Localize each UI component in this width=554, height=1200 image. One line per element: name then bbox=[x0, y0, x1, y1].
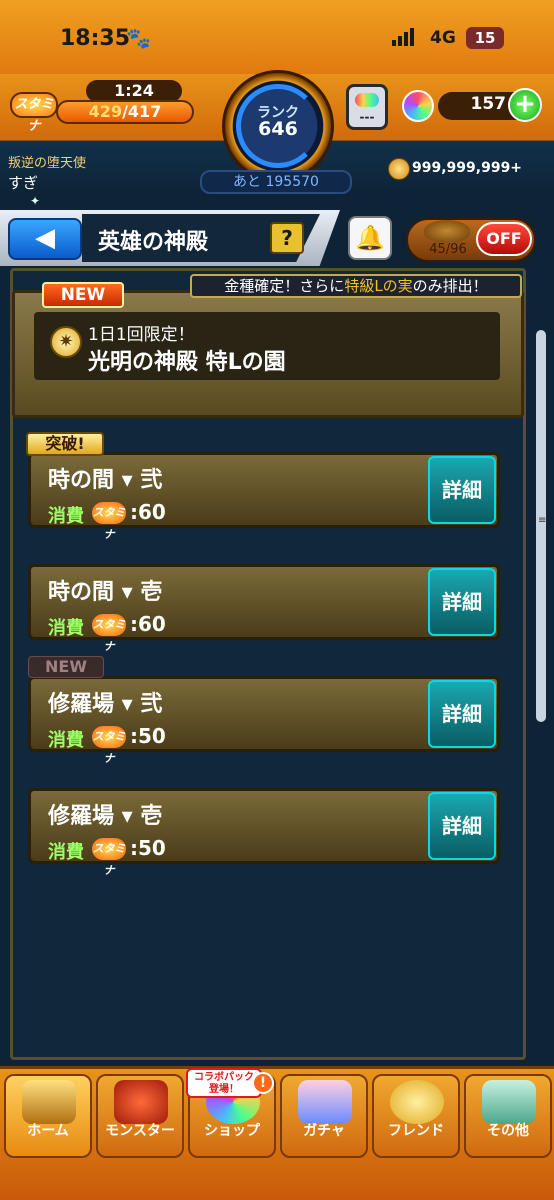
breakthrough-badge: 突破! bbox=[26, 432, 104, 456]
robot-icon[interactable]: --- bbox=[346, 84, 388, 130]
nav-gacha-label: ガチャ bbox=[303, 1123, 345, 1139]
paw-icon: 🐾 bbox=[126, 26, 151, 50]
collab-pack-badge: コラボパック 登場！ bbox=[186, 1068, 262, 1098]
compass-icon: ✷ bbox=[50, 326, 82, 358]
page-title: 英雄の神殿 bbox=[98, 230, 209, 255]
quest-cost-label: 消費 bbox=[48, 618, 84, 639]
rank-next-exp: あと 195570 bbox=[200, 170, 352, 194]
stamina-icon: スタミナ bbox=[10, 92, 58, 134]
stamina-icon: スタミナ bbox=[92, 838, 126, 877]
friend-bells-icon bbox=[390, 1080, 444, 1124]
toggle-switch[interactable]: OFF bbox=[476, 222, 532, 256]
detail-button[interactable]: 詳細 bbox=[428, 456, 496, 524]
coin-amount: 999,999,999+ bbox=[412, 160, 523, 176]
new-badge: NEW bbox=[28, 656, 104, 678]
home-gate-icon bbox=[22, 1080, 76, 1124]
featured-banner: 金種確定！さらに特級Lの実のみ排出！ bbox=[190, 274, 522, 298]
monster-icon bbox=[114, 1080, 168, 1124]
quest-cost-value: :50 bbox=[130, 724, 166, 748]
nav-home-label: ホーム bbox=[27, 1123, 69, 1139]
quest-cost-label: 消費 bbox=[48, 730, 84, 751]
stamina-icon: スタミナ bbox=[92, 502, 126, 541]
sparkle-icon: ✦ bbox=[30, 194, 41, 208]
back-button[interactable]: ◀ bbox=[8, 218, 82, 260]
status-time: 18:35 bbox=[60, 26, 131, 51]
nav-shop-label: ショップ bbox=[204, 1123, 260, 1139]
orb-icon bbox=[402, 90, 434, 122]
detail-button[interactable]: 詳細 bbox=[428, 792, 496, 860]
player-title: 叛逆の堕天使 bbox=[8, 156, 87, 171]
stamina-bar: 429/417 bbox=[56, 100, 194, 124]
gacha-characters-icon bbox=[298, 1080, 352, 1124]
detail-button[interactable]: 詳細 bbox=[428, 568, 496, 636]
quest-name: 修羅場 ▾ 壱 bbox=[48, 804, 163, 829]
battery-badge: 15 bbox=[466, 27, 504, 49]
nav-other-label: その他 bbox=[487, 1123, 529, 1139]
detail-button[interactable]: 詳細 bbox=[428, 680, 496, 748]
helmet-icon bbox=[424, 220, 470, 242]
network-type: 4G bbox=[430, 28, 456, 48]
help-button[interactable]: ? bbox=[270, 222, 304, 254]
add-orb-button[interactable]: + bbox=[508, 88, 542, 122]
other-question-icon bbox=[482, 1080, 536, 1124]
scroll-grip-icon[interactable]: ≡ bbox=[538, 515, 546, 541]
quest-cost-value: :50 bbox=[130, 836, 166, 860]
quest-cost-label: 消費 bbox=[48, 842, 84, 863]
toggle-count: 45/96 bbox=[429, 242, 467, 257]
stamina-icon: スタミナ bbox=[92, 614, 126, 653]
featured-subtitle: 1日1回限定！ bbox=[88, 325, 195, 345]
quest-cost-label: 消費 bbox=[48, 506, 84, 527]
quest-name: 時の間 ▾ 弐 bbox=[48, 468, 163, 493]
bell-icon[interactable]: 🔔 bbox=[348, 216, 392, 260]
quest-name: 時の間 ▾ 壱 bbox=[48, 580, 163, 605]
nav-friend-label: フレンド bbox=[388, 1123, 444, 1139]
rank-value: 646 bbox=[258, 118, 298, 140]
alert-icon: ! bbox=[252, 1072, 274, 1094]
new-badge: NEW bbox=[42, 282, 124, 308]
player-name: すぎ bbox=[8, 174, 39, 192]
nav-monster-label: モンスター bbox=[105, 1123, 175, 1139]
quest-name: 修羅場 ▾ 弐 bbox=[48, 692, 163, 717]
stamina-timer: 1:24 bbox=[86, 80, 182, 102]
stamina-icon: スタミナ bbox=[92, 726, 126, 765]
orb-count: 157 bbox=[470, 94, 507, 114]
coin-icon bbox=[388, 158, 410, 180]
featured-title: 光明の神殿 特Lの園 bbox=[88, 350, 286, 375]
stamina-max: /417 bbox=[122, 102, 162, 121]
quest-cost-value: :60 bbox=[130, 500, 166, 524]
stamina-current: 429 bbox=[88, 102, 123, 121]
signal-icon bbox=[392, 28, 414, 46]
quest-cost-value: :60 bbox=[130, 612, 166, 636]
